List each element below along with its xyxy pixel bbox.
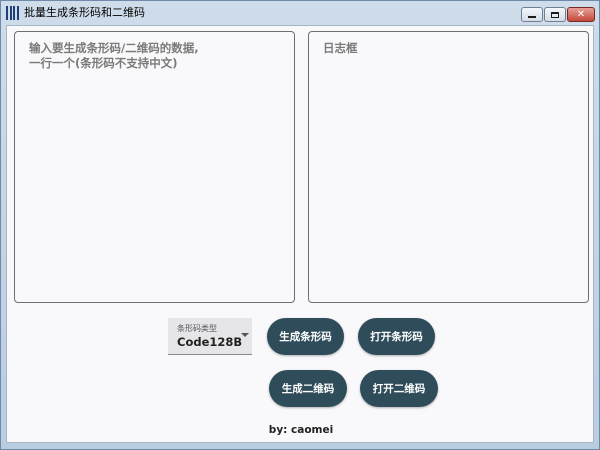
data-input-placeholder: 输入要生成条形码/二维码的数据, 一行一个(条形码不支持中文)	[29, 41, 199, 70]
log-textarea[interactable]: 日志框	[308, 31, 589, 303]
author-credit: by: caomei	[268, 424, 334, 436]
close-button[interactable]: ✕	[567, 7, 595, 22]
open-barcode-button[interactable]: 打开条形码	[358, 318, 435, 355]
barcode-type-dropdown[interactable]: 条形码类型 Code128B	[168, 318, 252, 355]
caret-down-icon	[241, 333, 249, 337]
generate-barcode-button[interactable]: 生成条形码	[267, 318, 344, 355]
maximize-icon	[551, 11, 559, 18]
title-bar[interactable]: 批量生成条形码和二维码 ✕	[1, 1, 599, 25]
minimize-button[interactable]	[521, 7, 543, 22]
maximize-button[interactable]	[544, 7, 566, 22]
app-window: 批量生成条形码和二维码 ✕ 输入要生成条形码/二维码的数据, 一行一个(条形码不…	[0, 0, 600, 450]
data-input-textarea[interactable]: 输入要生成条形码/二维码的数据, 一行一个(条形码不支持中文)	[14, 31, 295, 303]
barcode-type-label: 条形码类型	[177, 324, 217, 333]
open-qrcode-button[interactable]: 打开二维码	[360, 370, 438, 407]
barcode-type-value: Code128B	[177, 335, 243, 349]
generate-qrcode-button[interactable]: 生成二维码	[269, 370, 347, 407]
log-placeholder: 日志框	[323, 41, 358, 55]
main-panel: 输入要生成条形码/二维码的数据, 一行一个(条形码不支持中文) 日志框 条形码类…	[6, 25, 594, 443]
window-title: 批量生成条形码和二维码	[24, 6, 145, 19]
barcode-app-icon	[6, 6, 19, 20]
minimize-icon	[528, 16, 536, 18]
close-icon: ✕	[576, 8, 586, 20]
